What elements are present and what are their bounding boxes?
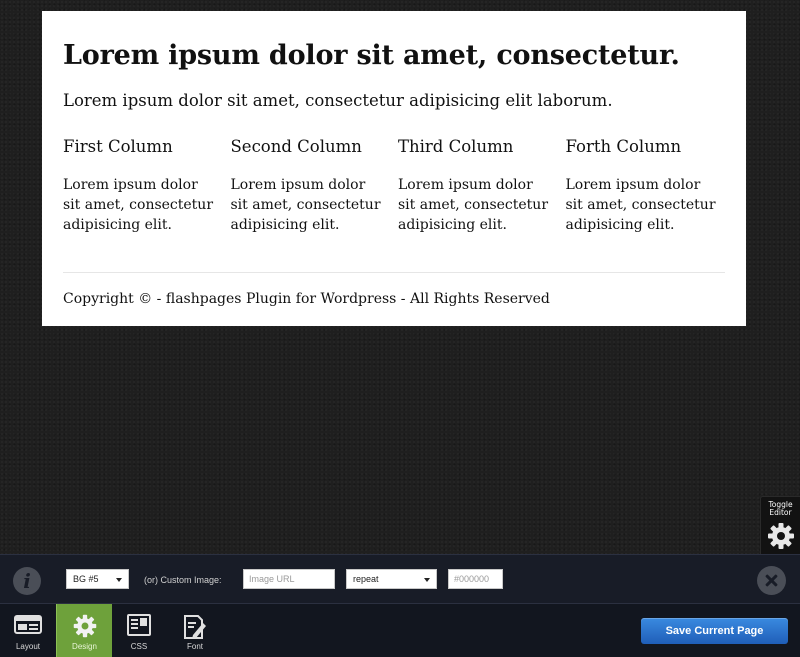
preview-title: Lorem ipsum dolor sit amet, consectetur. bbox=[63, 40, 680, 71]
tab-label: Layout bbox=[15, 642, 41, 651]
column-1: First Column Lorem ipsum dolor sit amet,… bbox=[63, 137, 231, 235]
image-url-input[interactable] bbox=[243, 569, 335, 589]
column-heading: Third Column bbox=[398, 137, 514, 156]
save-current-page-button[interactable]: Save Current Page bbox=[641, 618, 788, 644]
column-text: Lorem ipsum dolor sit amet, consectetur … bbox=[565, 177, 716, 233]
column-heading: First Column bbox=[63, 137, 173, 156]
bottom-toolbar: Layout Design CSS Font Save Current Page bbox=[0, 604, 800, 657]
page-preview: Lorem ipsum dolor sit amet, consectetur.… bbox=[42, 11, 746, 326]
column-heading: Forth Column bbox=[565, 137, 682, 156]
column-text: Lorem ipsum dolor sit amet, consectetur … bbox=[398, 177, 549, 233]
tab-font[interactable]: Font bbox=[167, 604, 223, 657]
preview-footer: Copyright © - flashpages Plugin for Word… bbox=[63, 291, 550, 307]
toggle-editor-label: Toggle Editor bbox=[768, 500, 793, 517]
column-2: Second Column Lorem ipsum dolor sit amet… bbox=[231, 137, 399, 235]
tab-css[interactable]: CSS bbox=[111, 604, 167, 657]
preview-lead: Lorem ipsum dolor sit amet, consectetur … bbox=[63, 91, 613, 110]
css-icon bbox=[127, 614, 151, 636]
repeat-select-value: repeat bbox=[353, 574, 379, 584]
custom-image-label: (or) Custom Image: bbox=[144, 575, 222, 585]
font-edit-icon bbox=[184, 615, 206, 639]
design-options-bar: i BG #5 (or) Custom Image: repeat bbox=[0, 554, 800, 604]
toggle-editor-button[interactable]: Toggle Editor bbox=[760, 496, 800, 554]
footer-divider bbox=[63, 272, 725, 273]
tab-label: Font bbox=[186, 642, 203, 651]
chevron-down-icon bbox=[424, 578, 430, 582]
tab-label: Design bbox=[72, 642, 97, 651]
repeat-select[interactable]: repeat bbox=[346, 569, 437, 589]
background-color-input[interactable] bbox=[448, 569, 503, 589]
background-select[interactable]: BG #5 bbox=[66, 569, 129, 589]
column-3: Third Column Lorem ipsum dolor sit amet,… bbox=[398, 137, 566, 235]
info-icon[interactable]: i bbox=[13, 567, 41, 595]
gear-icon bbox=[73, 614, 96, 638]
chevron-down-icon bbox=[116, 578, 122, 582]
close-icon[interactable] bbox=[757, 566, 786, 595]
layout-icon bbox=[14, 615, 42, 634]
column-heading: Second Column bbox=[230, 137, 362, 156]
column-4: Forth Column Lorem ipsum dolor sit amet,… bbox=[566, 137, 734, 235]
tab-design[interactable]: Design bbox=[56, 604, 112, 657]
tab-layout[interactable]: Layout bbox=[0, 604, 56, 657]
column-text: Lorem ipsum dolor sit amet, consectetur … bbox=[230, 177, 381, 233]
background-select-value: BG #5 bbox=[73, 574, 99, 584]
preview-columns: First Column Lorem ipsum dolor sit amet,… bbox=[63, 137, 733, 235]
gear-icon bbox=[767, 523, 794, 549]
tab-label: CSS bbox=[130, 642, 148, 651]
column-text: Lorem ipsum dolor sit amet, consectetur … bbox=[63, 177, 214, 233]
